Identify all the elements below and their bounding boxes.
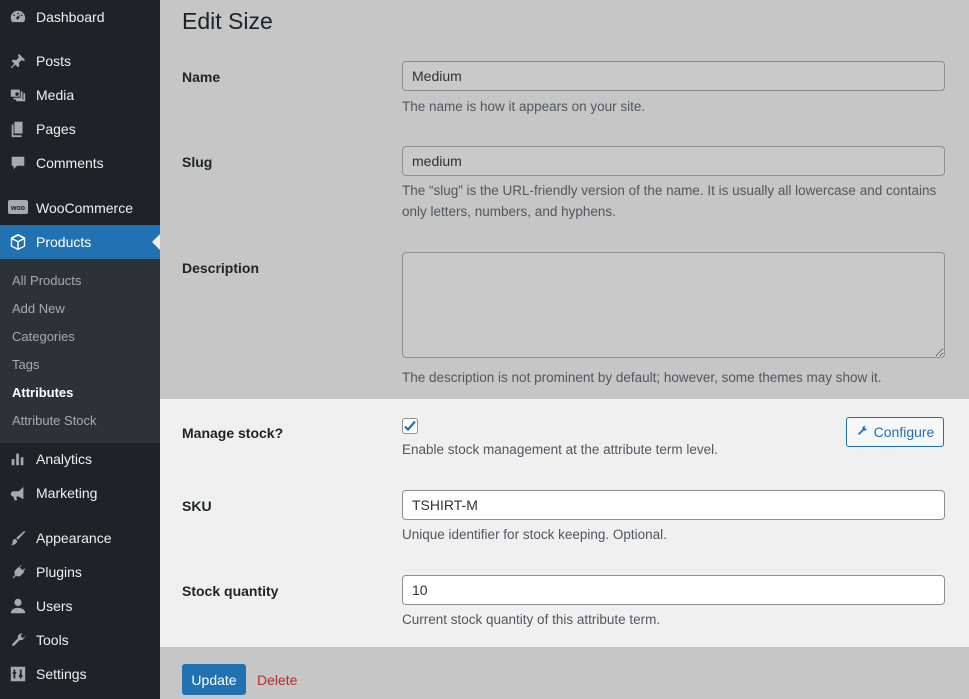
menu-label: Users (36, 598, 73, 614)
media-icon (8, 85, 28, 105)
admin-sidebar: Dashboard Posts Media Pages Comments woo… (0, 0, 160, 699)
menu-label: Comments (36, 155, 104, 171)
megaphone-icon (8, 483, 28, 503)
name-label: Name (182, 69, 221, 85)
name-input[interactable] (402, 61, 945, 91)
menu-item-comments[interactable]: Comments (0, 146, 160, 180)
woo-icon: woo (8, 198, 28, 218)
main-content: Edit Size Name The name is how it appear… (160, 0, 969, 699)
menu-label: Media (36, 87, 75, 103)
menu-label: Posts (36, 53, 72, 69)
menu-label: Products (36, 234, 92, 250)
menu-label: WooCommerce (36, 200, 133, 216)
page-title: Edit Size (182, 8, 273, 34)
menu-label: Marketing (36, 485, 98, 501)
menu-label: Analytics (36, 451, 93, 467)
products-submenu: All Products Add New Categories Tags Att… (0, 259, 160, 443)
stock-quantity-input[interactable] (402, 575, 945, 605)
manage-stock-checkbox[interactable] (402, 418, 418, 434)
menu-item-plugins[interactable]: Plugins (0, 555, 160, 589)
brush-icon (8, 528, 28, 548)
menu-item-pages[interactable]: Pages (0, 112, 160, 146)
menu-label: Settings (36, 666, 87, 682)
menu-label: Pages (36, 121, 76, 137)
sku-input[interactable] (402, 490, 945, 520)
description-textarea[interactable] (402, 252, 945, 358)
slug-label: Slug (182, 154, 213, 170)
configure-button[interactable]: Configure (846, 417, 944, 447)
manage-stock-label: Manage stock? (182, 425, 284, 441)
slug-input[interactable] (402, 146, 945, 176)
menu-item-marketing[interactable]: Marketing (0, 476, 160, 510)
menu-item-posts[interactable]: Posts (0, 44, 160, 78)
sku-label: SKU (182, 498, 212, 514)
wrench-icon (8, 630, 28, 650)
menu-label: Plugins (36, 564, 82, 580)
user-icon (8, 596, 28, 616)
stock-quantity-label: Stock quantity (182, 583, 279, 599)
stock-settings-panel: Manage stock? Enable stock management at… (160, 399, 969, 647)
sliders-icon (8, 664, 28, 684)
name-help: The name is how it appears on your site. (402, 99, 646, 114)
menu-item-appearance[interactable]: Appearance (0, 521, 160, 555)
menu-item-settings[interactable]: Settings (0, 657, 160, 691)
menu-label: Dashboard (36, 9, 105, 25)
submenu-categories[interactable]: Categories (12, 329, 75, 344)
update-button[interactable]: Update (182, 664, 246, 695)
slug-help: The “slug” is the URL-friendly version o… (402, 183, 937, 219)
menu-item-media[interactable]: Media (0, 78, 160, 112)
sku-help: Unique identifier for stock keeping. Opt… (402, 527, 667, 542)
pin-icon (8, 51, 28, 71)
dashboard-icon (8, 7, 28, 27)
description-label: Description (182, 260, 260, 276)
description-help: The description is not prominent by defa… (402, 370, 882, 385)
menu-item-tools[interactable]: Tools (0, 623, 160, 657)
menu-item-woocommerce[interactable]: woo WooCommerce (0, 191, 160, 225)
comment-icon (8, 153, 28, 173)
delete-link[interactable]: Delete (257, 672, 297, 688)
submenu-add-new[interactable]: Add New (12, 301, 65, 316)
submenu-attributes[interactable]: Attributes (12, 385, 73, 400)
bar-chart-icon (8, 449, 28, 469)
box-icon (8, 232, 28, 252)
svg-text:woo: woo (10, 205, 25, 212)
submenu-attribute-stock[interactable]: Attribute Stock (12, 413, 97, 428)
stock-quantity-help: Current stock quantity of this attribute… (402, 612, 661, 627)
menu-item-products[interactable]: Products (0, 225, 160, 259)
wrench-icon (856, 424, 869, 440)
checkmark-icon (404, 420, 416, 432)
pages-icon (8, 119, 28, 139)
menu-label: Tools (36, 632, 69, 648)
submenu-all-products[interactable]: All Products (12, 273, 81, 288)
menu-label: Appearance (36, 530, 112, 546)
menu-item-users[interactable]: Users (0, 589, 160, 623)
menu-item-analytics[interactable]: Analytics (0, 442, 160, 476)
plug-icon (8, 562, 28, 582)
submenu-tags[interactable]: Tags (12, 357, 39, 372)
configure-label: Configure (873, 424, 935, 440)
menu-item-dashboard[interactable]: Dashboard (0, 0, 160, 34)
